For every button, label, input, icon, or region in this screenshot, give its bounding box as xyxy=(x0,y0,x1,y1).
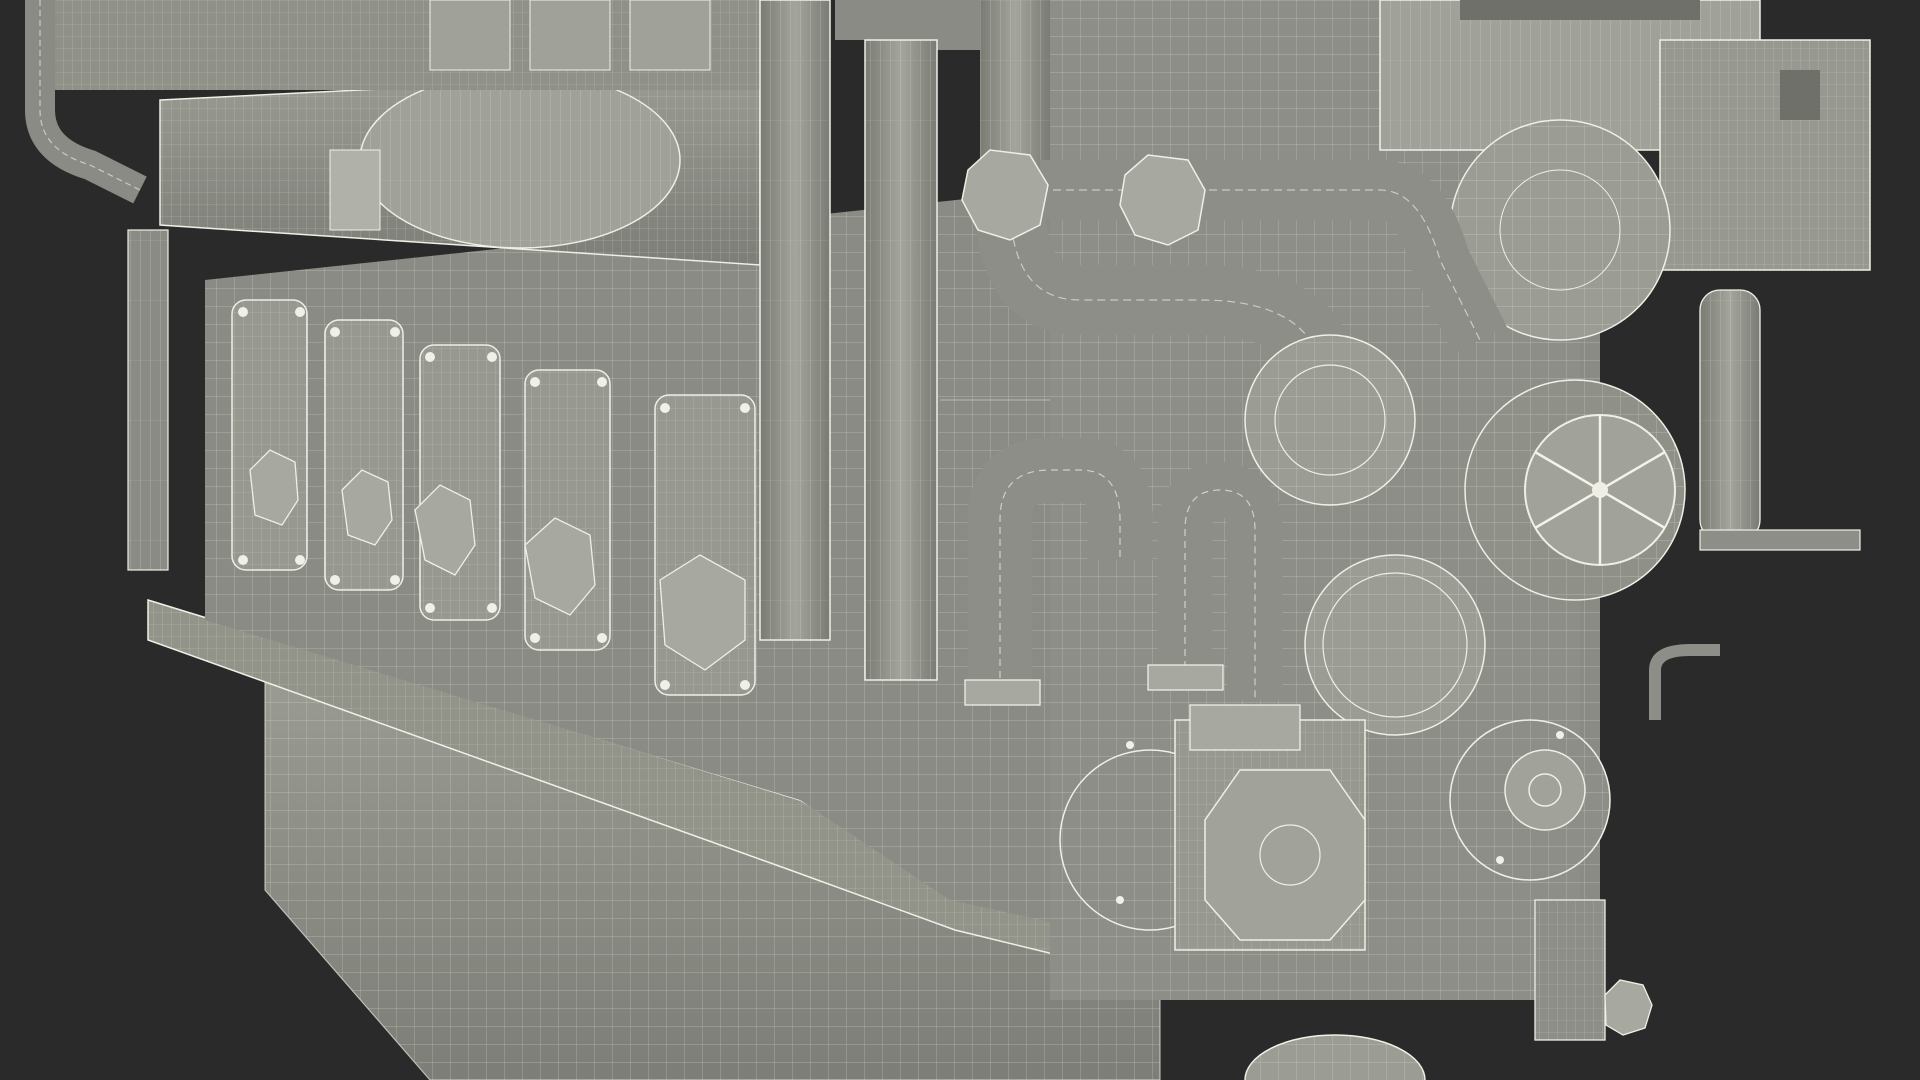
pipe-flange-2 xyxy=(1119,154,1206,246)
cylinder-door-4 xyxy=(524,369,611,651)
top-valve-covers xyxy=(30,0,770,90)
upper-right-bracket xyxy=(1659,39,1871,271)
cylinder-door-2 xyxy=(324,319,404,591)
cylinder-door-1 xyxy=(231,299,308,571)
small-pump xyxy=(1449,719,1611,881)
engine-wireframe-svg xyxy=(0,0,1920,1080)
cylinder-door-3 xyxy=(414,344,501,621)
cylinder-door-5 xyxy=(654,394,756,696)
fan-cover xyxy=(1464,379,1686,601)
engine-render-canvas xyxy=(0,0,1920,1080)
